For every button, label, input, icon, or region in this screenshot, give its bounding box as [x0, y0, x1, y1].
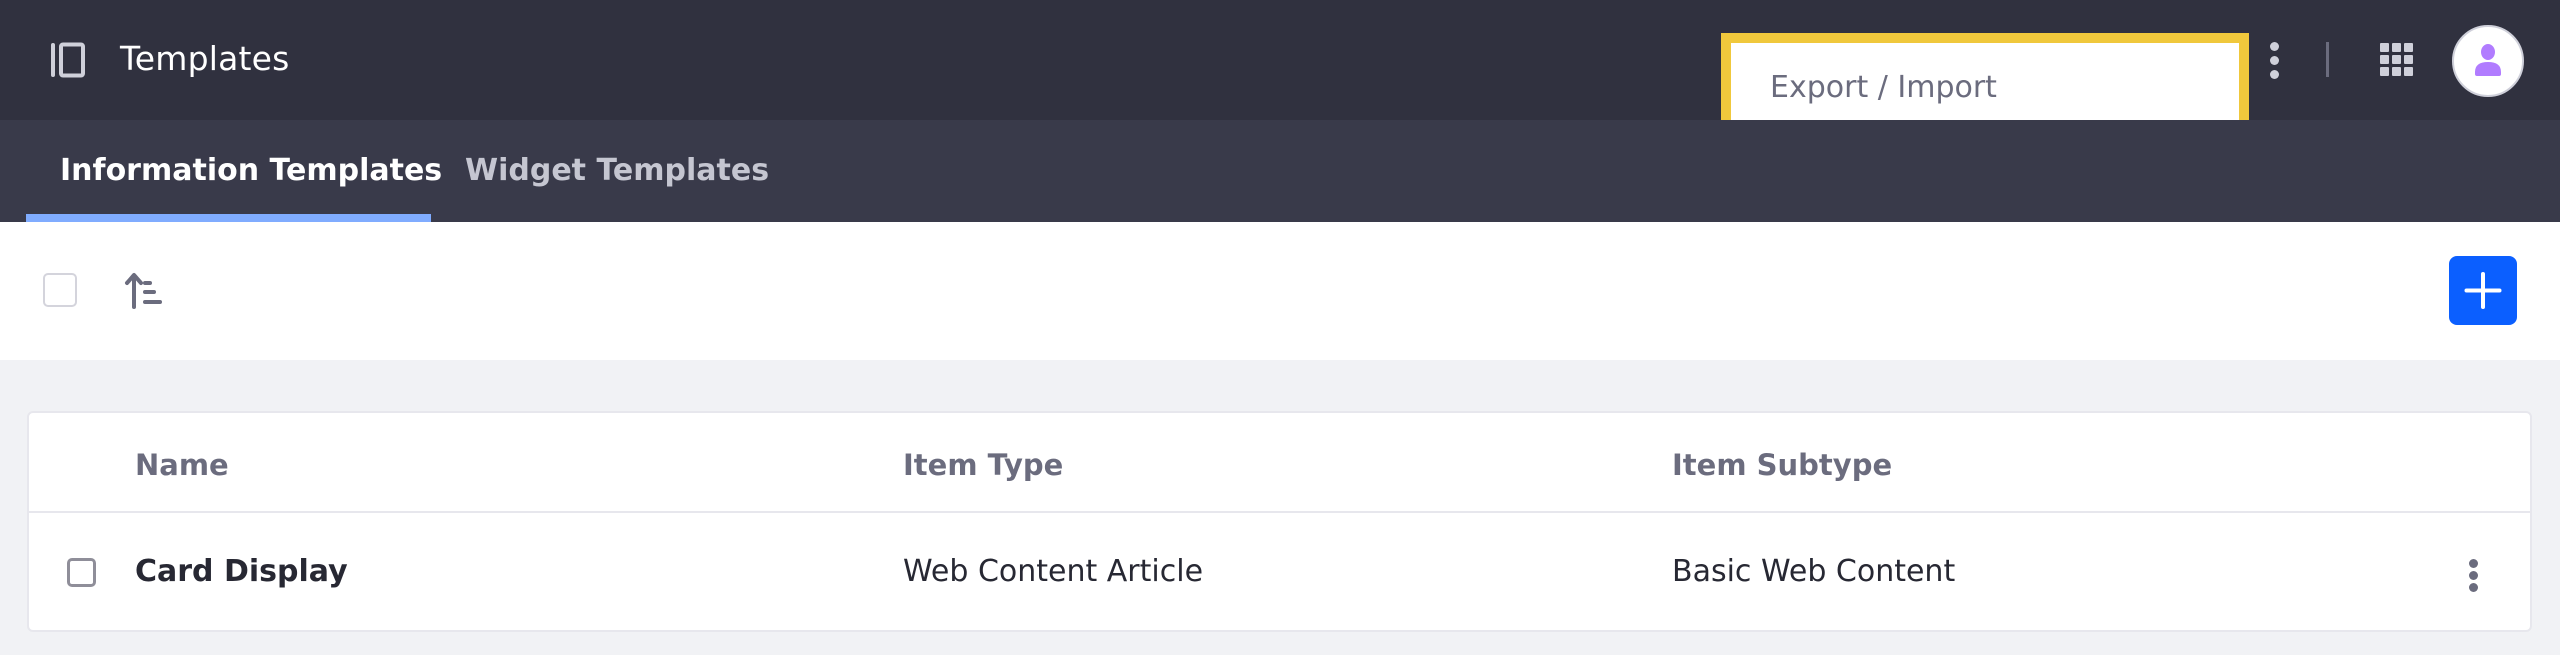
- page-title: Templates: [120, 39, 290, 78]
- app-header: Templates Export / Import: [0, 0, 2560, 145]
- apps-grid-icon: [2404, 55, 2413, 64]
- user-avatar-button[interactable]: [2452, 25, 2524, 97]
- sort-order-button[interactable]: [122, 268, 166, 312]
- management-toolbar: [0, 222, 2560, 360]
- options-menu-button[interactable]: [2259, 38, 2291, 84]
- vertical-ellipsis-icon: [2270, 56, 2279, 65]
- tab-label: Information Templates: [60, 153, 443, 188]
- vertical-ellipsis-icon: [2469, 583, 2478, 592]
- sidebar-panel-icon: [51, 42, 85, 78]
- apps-grid-icon: [2380, 43, 2389, 52]
- column-header-item-subtype[interactable]: Item Subtype: [1672, 443, 1892, 487]
- sidebar-toggle-button[interactable]: [49, 41, 87, 79]
- vertical-ellipsis-icon: [2469, 559, 2478, 568]
- vertical-ellipsis-icon: [2270, 70, 2279, 79]
- add-template-button[interactable]: [2449, 256, 2517, 325]
- cell-name[interactable]: Card Display: [135, 550, 348, 594]
- vertical-ellipsis-icon: [2270, 42, 2279, 51]
- cell-item-subtype: Basic Web Content: [1672, 554, 1956, 589]
- select-all-checkbox[interactable]: [43, 273, 77, 307]
- apps-grid-icon: [2404, 43, 2413, 52]
- user-icon: [2475, 44, 2501, 76]
- apps-grid-icon: [2380, 67, 2389, 76]
- order-ascending-icon: [125, 273, 162, 309]
- column-header-item-type[interactable]: Item Type: [903, 443, 1063, 487]
- table-row: Card Display Web Content Article Basic W…: [29, 513, 2530, 632]
- cell-item-type: Web Content Article: [903, 554, 1204, 589]
- tab-bar: Information Templates Widget Templates: [0, 120, 2560, 222]
- header-divider: [2326, 42, 2329, 77]
- plus-icon: [2464, 272, 2502, 309]
- tab-widget-templates[interactable]: Widget Templates: [431, 120, 769, 222]
- apps-grid-icon: [2392, 55, 2401, 64]
- apps-menu-button[interactable]: [2378, 41, 2416, 79]
- row-checkbox[interactable]: [67, 558, 96, 587]
- apps-grid-icon: [2392, 67, 2401, 76]
- vertical-ellipsis-icon: [2469, 571, 2478, 580]
- apps-grid-icon: [2380, 55, 2389, 64]
- tab-label: Widget Templates: [465, 153, 770, 188]
- active-tab-indicator: [26, 214, 431, 222]
- apps-grid-icon: [2392, 43, 2401, 52]
- row-actions-button[interactable]: [2459, 557, 2489, 593]
- column-header-name[interactable]: Name: [135, 443, 229, 487]
- tab-information-templates[interactable]: Information Templates: [26, 120, 442, 222]
- templates-table: Name Item Type Item Subtype Card Display…: [27, 411, 2532, 632]
- apps-grid-icon: [2404, 67, 2413, 76]
- menu-item-export-import[interactable]: Export / Import: [1770, 65, 1997, 111]
